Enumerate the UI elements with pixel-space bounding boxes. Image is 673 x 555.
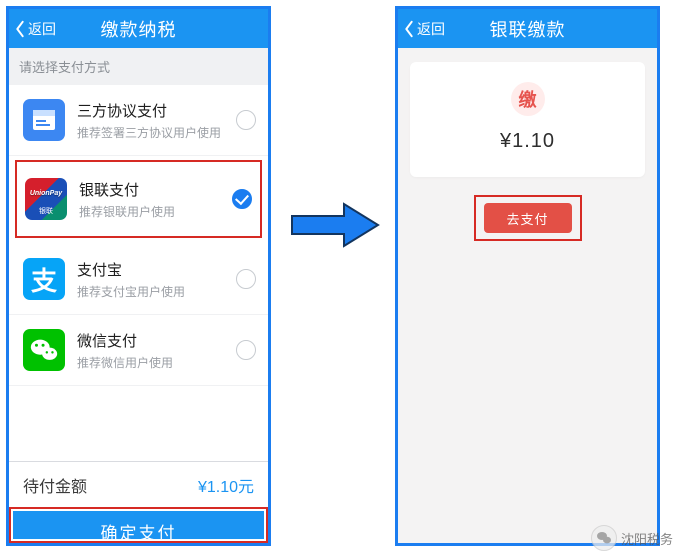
option-text: 银联支付 推荐银联用户使用 <box>79 179 232 220</box>
phone-unionpay-pay: 返回 银联缴款 缴 ¥1.10 去支付 <box>395 6 660 546</box>
back-button[interactable]: 返回 <box>13 9 56 48</box>
option-sub: 推荐微信用户使用 <box>77 354 236 371</box>
confirm-highlight: 确定支付 <box>9 507 268 543</box>
wechat-account-icon <box>591 525 617 551</box>
section-label: 请选择支付方式 <box>9 48 268 85</box>
option-sub: 推荐签署三方协议用户使用 <box>77 124 236 141</box>
amount-label: 待付金额 <box>23 473 87 497</box>
payment-options: 三方协议支付 推荐签署三方协议用户使用 UnionPay 银联 银联支付 推荐银… <box>9 85 268 386</box>
option-unionpay[interactable]: UnionPay 银联 银联支付 推荐银联用户使用 <box>15 160 262 238</box>
back-label: 返回 <box>28 19 56 39</box>
navbar: 返回 缴款纳税 <box>9 9 268 48</box>
option-sub: 推荐银联用户使用 <box>79 203 232 220</box>
option-text: 三方协议支付 推荐签署三方协议用户使用 <box>77 100 236 141</box>
chevron-left-icon <box>402 20 416 38</box>
option-text: 支付宝 推荐支付宝用户使用 <box>77 259 236 300</box>
radio-unchecked[interactable] <box>236 110 256 130</box>
phone-select-payment: 返回 缴款纳税 请选择支付方式 三方协议支付 推荐签署三方协议用户使用 Unio… <box>6 6 271 546</box>
navbar: 返回 银联缴款 <box>398 9 657 48</box>
watermark: 沈阳税务 <box>591 525 673 551</box>
amount-card: 缴 ¥1.10 <box>410 62 645 177</box>
option-alipay[interactable]: 支 支付宝 推荐支付宝用户使用 <box>9 244 268 315</box>
back-label: 返回 <box>417 19 445 39</box>
option-name: 微信支付 <box>77 330 236 351</box>
stamp-icon: 缴 <box>511 82 545 116</box>
pay-button[interactable]: 去支付 <box>484 203 572 233</box>
pay-highlight: 去支付 <box>474 195 582 241</box>
option-name: 支付宝 <box>77 259 236 280</box>
wechat-icon <box>23 329 65 371</box>
option-sub: 推荐支付宝用户使用 <box>77 283 236 300</box>
chevron-left-icon <box>13 20 27 38</box>
option-name: 银联支付 <box>79 179 232 200</box>
option-name: 三方协议支付 <box>77 100 236 121</box>
radio-unchecked[interactable] <box>236 340 256 360</box>
thirdparty-icon <box>23 99 65 141</box>
radio-unchecked[interactable] <box>236 269 256 289</box>
option-text: 微信支付 推荐微信用户使用 <box>77 330 236 371</box>
amount-value: ¥1.10元 <box>198 473 254 497</box>
confirm-button[interactable]: 确定支付 <box>13 511 264 539</box>
option-wechat[interactable]: 微信支付 推荐微信用户使用 <box>9 315 268 386</box>
body: 缴 ¥1.10 去支付 <box>398 48 657 543</box>
watermark-text: 沈阳税务 <box>621 529 673 548</box>
price: ¥1.10 <box>500 130 555 153</box>
back-button[interactable]: 返回 <box>402 9 445 48</box>
arrow-icon <box>290 200 380 250</box>
alipay-icon: 支 <box>23 258 65 300</box>
radio-checked[interactable] <box>232 189 252 209</box>
amount-row: 待付金额 ¥1.10元 <box>9 461 268 507</box>
option-thirdparty[interactable]: 三方协议支付 推荐签署三方协议用户使用 <box>9 85 268 156</box>
unionpay-icon: UnionPay 银联 <box>25 178 67 220</box>
